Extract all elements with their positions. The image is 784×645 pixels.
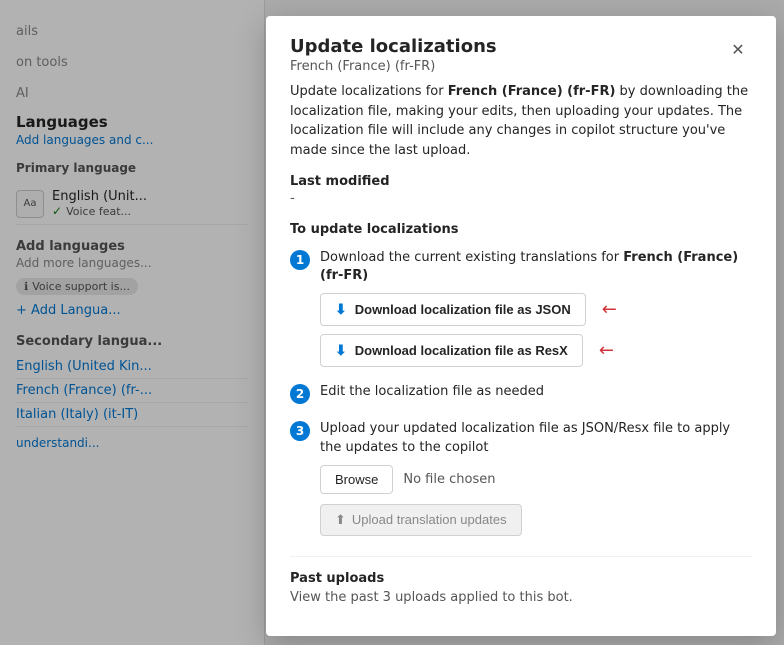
step-1-header: 1 Download the current existing translat… xyxy=(290,249,752,285)
past-uploads-label: Past uploads xyxy=(290,571,752,586)
red-arrow-resx: ← xyxy=(599,340,614,361)
download-resx-btn[interactable]: ⬇ Download localization file as ResX xyxy=(320,334,583,367)
update-localizations-modal: Update localizations French (France) (fr… xyxy=(266,16,776,636)
step-1: 1 Download the current existing translat… xyxy=(290,249,752,367)
past-uploads-section: Past uploads View the past 3 uploads app… xyxy=(290,556,752,605)
step-2: 2 Edit the localization file as needed xyxy=(290,383,752,404)
step-3-header: 3 Upload your updated localization file … xyxy=(290,420,752,456)
step-1-number: 1 xyxy=(290,250,310,270)
upload-translation-button[interactable]: ⬆ Upload translation updates xyxy=(320,504,522,536)
last-modified-value: - xyxy=(290,191,752,206)
step-2-header: 2 Edit the localization file as needed xyxy=(290,383,752,404)
download-icon-1: ⬇ xyxy=(335,301,347,318)
no-file-text: No file chosen xyxy=(403,472,495,487)
download-icon-2: ⬇ xyxy=(335,342,347,359)
step-1-text: Download the current existing translatio… xyxy=(320,249,752,285)
step-1-buttons: ⬇ Download localization file as JSON ← ⬇… xyxy=(320,293,752,367)
download-resx-row: ⬇ Download localization file as ResX ← xyxy=(320,334,752,367)
modal-body: Update localizations for French (France)… xyxy=(266,82,776,636)
step-2-number: 2 xyxy=(290,384,310,404)
past-uploads-text: View the past 3 uploads applied to this … xyxy=(290,590,752,605)
last-modified-label: Last modified xyxy=(290,174,752,189)
step-3: 3 Upload your updated localization file … xyxy=(290,420,752,535)
modal-close-button[interactable]: ✕ xyxy=(724,36,752,64)
browse-section: Browse No file chosen xyxy=(320,465,752,494)
intro-text: Update localizations for French (France)… xyxy=(290,82,752,160)
browse-button[interactable]: Browse xyxy=(320,465,393,494)
modal-header: Update localizations French (France) (fr… xyxy=(266,16,776,82)
download-json-row: ⬇ Download localization file as JSON ← xyxy=(320,293,752,326)
download-json-btn[interactable]: ⬇ Download localization file as JSON xyxy=(320,293,586,326)
step-3-number: 3 xyxy=(290,421,310,441)
modal-title: Update localizations xyxy=(290,36,497,57)
modal-subtitle: French (France) (fr-FR) xyxy=(290,59,497,74)
step-3-text: Upload your updated localization file as… xyxy=(320,420,752,456)
upload-icon: ⬆ xyxy=(335,512,346,528)
to-update-label: To update localizations xyxy=(290,222,752,237)
red-arrow-json: ← xyxy=(602,299,617,320)
step-2-text: Edit the localization file as needed xyxy=(320,383,544,401)
